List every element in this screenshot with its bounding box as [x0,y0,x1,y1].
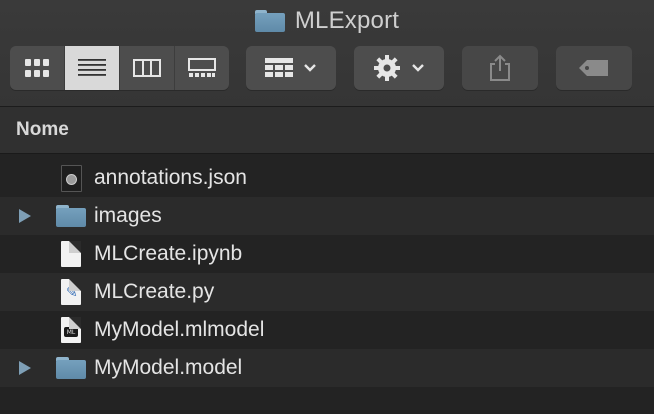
file-list: annotations.json images MLCreate.ipynb ✎… [0,159,654,387]
group-by-icon [265,58,293,77]
folder-icon [54,202,88,230]
toolbar-area: MLExport [0,0,654,107]
finder-window: MLExport Nome annotations.json images ML… [0,0,654,414]
list-item[interactable]: annotations.json [0,159,654,197]
file-name: MyModel.mlmodel [94,318,265,341]
column-header[interactable]: Nome [0,107,654,154]
column-view-button[interactable] [120,46,175,90]
list-item[interactable]: ML MyModel.mlmodel [0,311,654,349]
list-item[interactable]: MLCreate.ipynb [0,235,654,273]
file-name: MLCreate.py [94,280,215,303]
grid-icon [25,59,49,77]
document-icon [54,240,88,268]
file-name: MLCreate.ipynb [94,242,243,265]
list-icon [78,59,106,76]
file-name: annotations.json [94,166,247,189]
gallery-view-button[interactable] [175,46,229,90]
icon-view-button[interactable] [10,46,65,90]
file-name: images [94,204,162,227]
columns-icon [133,59,161,77]
gear-icon [374,55,400,81]
disclosure-triangle-icon[interactable] [19,209,31,223]
list-view-button[interactable] [65,46,120,90]
group-by-button[interactable] [246,46,336,90]
view-mode-control [10,46,229,90]
file-name: MyModel.model [94,356,243,379]
tag-icon [579,60,608,76]
python-file-icon: ✎ [54,278,88,306]
gallery-icon [188,58,216,77]
list-item[interactable]: images [0,197,654,235]
folder-icon [54,354,88,382]
mlmodel-file-icon: ML [54,316,88,344]
list-item[interactable]: ✎ MLCreate.py [0,273,654,311]
disclosure-triangle-icon[interactable] [19,361,31,375]
folder-icon [254,10,285,32]
list-item[interactable]: MyModel.model [0,349,654,387]
window-title-text: MLExport [294,7,400,34]
chevron-down-icon [412,64,424,72]
window-title: MLExport [0,6,654,36]
share-icon [490,54,510,81]
action-menu-button[interactable] [354,46,444,90]
tag-button[interactable] [556,46,632,90]
share-button[interactable] [462,46,538,90]
name-column-header[interactable]: Nome [16,119,69,141]
chevron-down-icon [304,64,316,72]
json-file-icon [54,164,88,192]
